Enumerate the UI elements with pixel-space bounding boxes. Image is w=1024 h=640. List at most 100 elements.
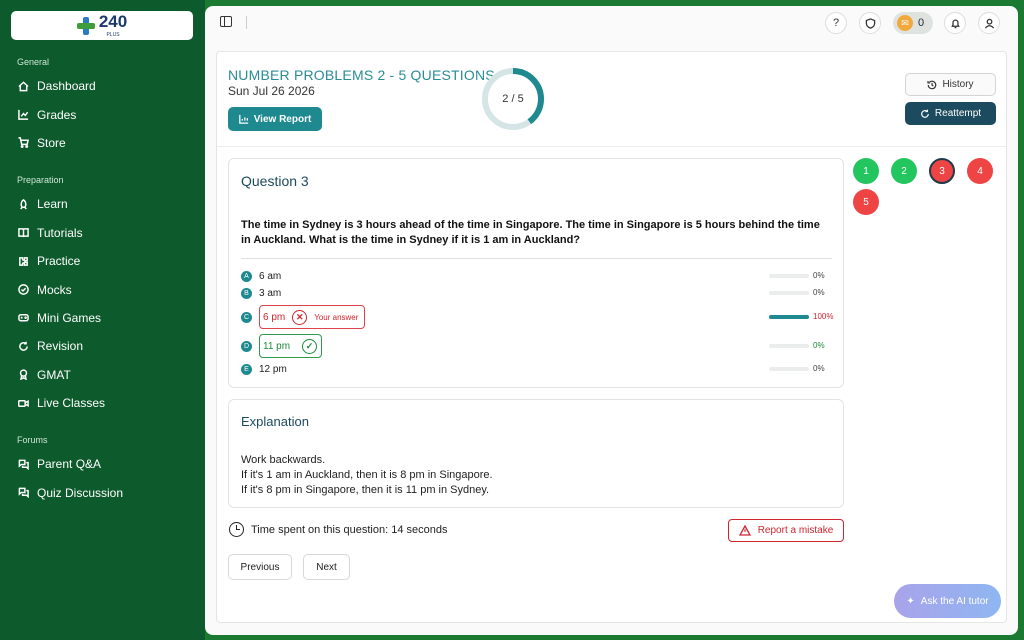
sidebar-section-forums: Forums <box>17 435 48 446</box>
sidebar-item-tutorials[interactable]: Tutorials <box>11 219 194 247</box>
ask-ai-tutor-label: Ask the AI tutor <box>920 595 989 607</box>
sidebar-item-parent-qa[interactable]: Parent Q&A <box>11 450 194 478</box>
sparkle-icon: ✦ <box>906 595 915 607</box>
shield-button[interactable] <box>859 12 881 34</box>
sidebar-item-dashboard[interactable]: Dashboard <box>11 72 194 100</box>
question-nav-2[interactable]: 2 <box>891 158 917 184</box>
sidebar-section-preparation: Preparation <box>17 175 64 186</box>
main-panel: ? ✉ 0 NUMBER PROBLEMS 2 - 5 QUESTIONS Su… <box>205 6 1018 635</box>
coin-count: 0 <box>918 17 925 29</box>
view-report-button[interactable]: View Report <box>228 107 322 131</box>
sidebar-item-label: Dashboard <box>37 79 96 94</box>
help-button[interactable]: ? <box>825 12 847 34</box>
option-d-percent: 0% <box>813 341 825 350</box>
option-text: 12 pm <box>259 363 287 375</box>
home-icon <box>18 81 29 92</box>
user-icon <box>984 18 994 29</box>
option-a-bar <box>769 274 809 278</box>
explanation-heading: Explanation <box>241 414 309 429</box>
question-nav-1[interactable]: 1 <box>853 158 879 184</box>
option-letter: E <box>241 363 252 375</box>
wrong-icon: ✕ <box>292 309 308 325</box>
sidebar-toggle-icon[interactable] <box>220 16 232 27</box>
sidebar-item-mocks[interactable]: Mocks <box>11 275 194 303</box>
progress-label: 2 / 5 <box>502 93 524 105</box>
refresh-icon <box>19 341 28 351</box>
reattempt-label: Reattempt <box>934 108 982 119</box>
explanation-line: If it's 1 am in Auckland, then it is 8 p… <box>241 469 493 481</box>
notifications-button[interactable] <box>944 12 966 34</box>
sidebar-item-live-classes[interactable]: Live Classes <box>11 389 194 417</box>
option-b[interactable]: B 3 am <box>241 285 281 301</box>
option-c[interactable]: C 6 pm ✕ Your answer <box>241 305 366 329</box>
sidebar-item-store[interactable]: Store <box>11 129 194 157</box>
chart-icon <box>238 114 248 124</box>
option-letter: D <box>241 340 252 352</box>
chart-icon <box>18 109 29 120</box>
previous-button[interactable]: Previous <box>228 554 292 580</box>
history-icon <box>927 80 937 89</box>
option-d[interactable]: D 11 pm ✓ <box>241 334 323 358</box>
sidebar-item-practice[interactable]: Practice <box>11 247 194 275</box>
option-text: 6 am <box>259 270 282 282</box>
sidebar-item-learn[interactable]: Learn <box>11 190 194 218</box>
sidebar-item-label: Revision <box>37 339 84 354</box>
history-button[interactable]: History <box>905 73 996 96</box>
option-a[interactable]: A 6 am <box>241 268 281 284</box>
report-mistake-button[interactable]: Report a mistake <box>728 519 844 542</box>
reattempt-button[interactable]: Reattempt <box>905 102 996 125</box>
option-c-bar-fill <box>769 315 809 319</box>
logo-text: 240 <box>98 12 128 31</box>
check-circle-icon <box>18 284 29 295</box>
sidebar-item-label: GMAT <box>37 367 71 382</box>
question-nav-5[interactable]: 5 <box>853 189 879 215</box>
plus-logo-icon <box>76 16 95 35</box>
explanation-card: Explanation Work backwards. If it's 1 am… <box>228 399 844 508</box>
cart-icon <box>18 137 29 149</box>
clock-icon <box>229 522 244 537</box>
shield-icon <box>865 17 875 29</box>
sidebar-item-grades[interactable]: Grades <box>11 100 194 128</box>
help-icon: ? <box>832 17 840 29</box>
sidebar-item-label: Parent Q&A <box>37 457 102 472</box>
logo[interactable]: 240 PLUS <box>11 11 193 40</box>
sidebar-item-mini-games[interactable]: Mini Games <box>11 304 194 332</box>
sidebar-item-revision[interactable]: Revision <box>11 332 194 360</box>
ask-ai-tutor-button[interactable]: ✦ Ask the AI tutor <box>894 584 1001 618</box>
report-mistake-label: Report a mistake <box>757 525 834 536</box>
correct-icon: ✓ <box>302 338 318 354</box>
warning-icon <box>738 525 751 536</box>
question-nav-4[interactable]: 4 <box>967 158 993 184</box>
option-a-percent: 0% <box>813 271 825 280</box>
sidebar-item-label: Store <box>37 135 66 150</box>
option-text: 11 pm <box>263 340 291 352</box>
option-c-bar <box>769 315 809 319</box>
option-b-bar <box>769 291 809 295</box>
sidebar-item-label: Mini Games <box>37 310 102 325</box>
option-d-bar <box>769 344 809 348</box>
top-bar: ? ✉ 0 <box>205 6 1018 40</box>
history-label: History <box>942 79 974 90</box>
quiz-card: NUMBER PROBLEMS 2 - 5 QUESTIONS Sun Jul … <box>216 51 1007 623</box>
sidebar-item-quiz-discussion[interactable]: Quiz Discussion <box>11 479 194 507</box>
rocket-icon <box>20 198 27 210</box>
mail-coin-icon: ✉ <box>897 15 913 31</box>
option-e[interactable]: E 12 pm <box>241 361 287 377</box>
coins-badge[interactable]: ✉ 0 <box>893 12 933 34</box>
option-e-percent: 0% <box>813 364 825 373</box>
sidebar-item-gmat[interactable]: GMAT <box>11 361 194 389</box>
video-icon <box>18 399 29 407</box>
sidebar-item-label: Quiz Discussion <box>37 485 124 500</box>
sidebar-item-label: Tutorials <box>37 225 83 240</box>
profile-button[interactable] <box>978 12 1000 34</box>
quiz-date: Sun Jul 26 2026 <box>228 84 315 98</box>
sidebar-section-general: General <box>17 57 50 67</box>
option-b-percent: 0% <box>813 288 825 297</box>
your-answer-label: Your answer <box>314 312 359 322</box>
next-button[interactable]: Next <box>303 554 350 580</box>
option-text: 3 am <box>259 287 282 299</box>
question-nav-3[interactable]: 3 <box>929 158 955 184</box>
quiz-header: NUMBER PROBLEMS 2 - 5 QUESTIONS Sun Jul … <box>217 52 1006 147</box>
explanation-line: Work backwards. <box>241 454 326 466</box>
option-letter: C <box>241 311 252 323</box>
